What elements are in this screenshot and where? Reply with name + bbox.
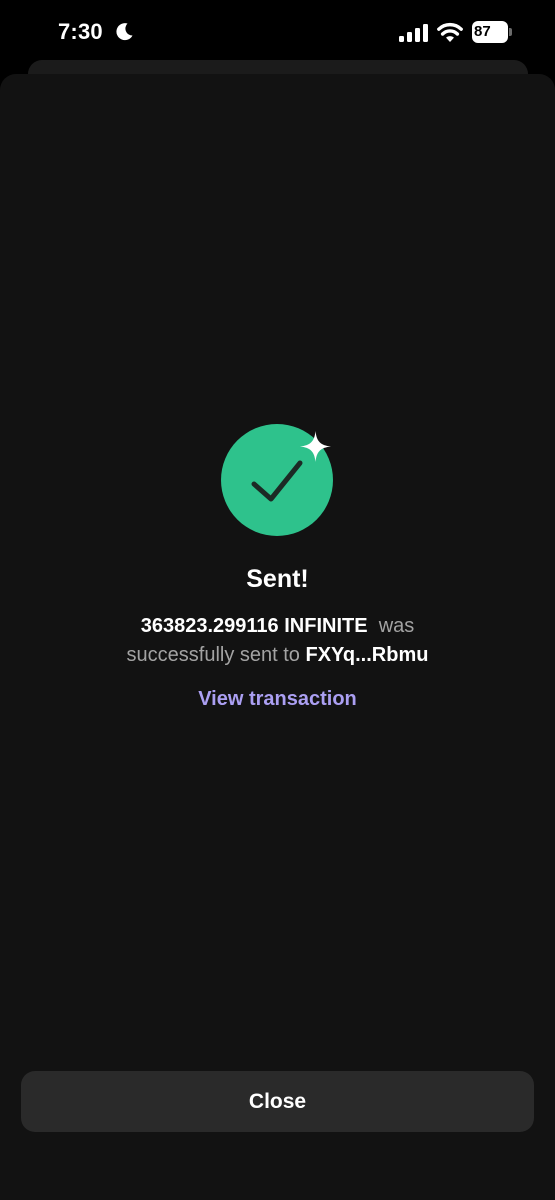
success-message: 363823.299116 INFINITE was successfully … — [0, 612, 555, 670]
battery-level: 87 — [472, 21, 508, 43]
status-time: 7:30 — [58, 19, 103, 44]
wifi-icon — [437, 22, 463, 42]
close-button[interactable]: Close — [21, 1071, 534, 1132]
battery-cap — [509, 28, 512, 36]
view-transaction-link[interactable]: View transaction — [0, 688, 555, 711]
page-title: Sent! — [246, 565, 309, 593]
recipient-address: FXYq...Rbmu — [305, 644, 429, 666]
sparkle-icon — [300, 431, 331, 462]
battery-icon: 87 — [472, 21, 516, 43]
sent-amount: 363823.299116 INFINITE — [140, 615, 368, 637]
message-text: was — [378, 615, 415, 637]
moon-icon — [116, 23, 133, 41]
status-bar: 7:30 87 — [0, 0, 555, 66]
cellular-signal-icon — [399, 24, 428, 42]
message-text-2: successfully sent to — [126, 644, 300, 666]
